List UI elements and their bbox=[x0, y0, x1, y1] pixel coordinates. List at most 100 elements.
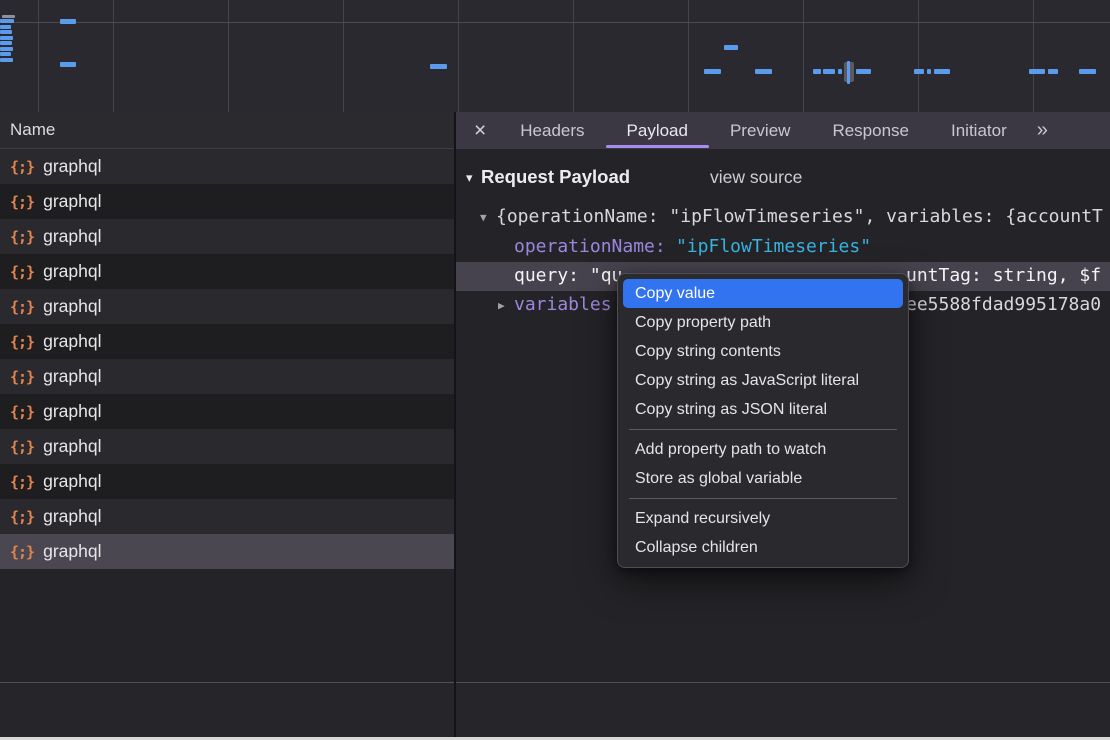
request-rows: {;} graphql {;} graphql {;} graphql {;} graphql… bbox=[0, 149, 454, 569]
table-row[interactable]: {;} graphql bbox=[0, 254, 454, 289]
menu-item-copy-string-as-javascript-literal[interactable]: Copy string as JavaScript literal bbox=[623, 366, 903, 395]
context-menu: Copy valueCopy property pathCopy string … bbox=[617, 273, 909, 568]
footer-divider bbox=[0, 682, 1110, 683]
request-name-label: graphql bbox=[43, 261, 101, 282]
request-name-label: graphql bbox=[43, 191, 101, 212]
request-name-label: graphql bbox=[43, 366, 101, 387]
table-row[interactable]: {;} graphql bbox=[0, 464, 454, 499]
json-braces-icon: {;} bbox=[10, 228, 34, 246]
requests-table: Name {;}graphql{;}graphql{;}graphql{;}gr… bbox=[0, 112, 454, 682]
json-braces-icon: {;} bbox=[10, 263, 34, 281]
request-name-label: graphql bbox=[43, 436, 101, 457]
request-timing-bar bbox=[0, 52, 11, 56]
request-name-label: graphql bbox=[43, 541, 101, 562]
marker-bar bbox=[847, 61, 850, 84]
request-timing-bar bbox=[813, 69, 821, 74]
table-row[interactable]: {;} graphql bbox=[0, 184, 454, 219]
request-timing-bar bbox=[856, 69, 871, 74]
request-timing-bar bbox=[0, 30, 12, 34]
string-value: "ipFlowTimeseries" bbox=[676, 236, 871, 257]
request-timing-bar bbox=[838, 69, 842, 74]
property-key: operationName: bbox=[514, 236, 677, 257]
more-tabs-icon[interactable]: » bbox=[1037, 112, 1046, 149]
menu-item-collapse-children[interactable]: Collapse children bbox=[623, 533, 903, 562]
menu-item-add-property-path-to-watch[interactable]: Add property path to watch bbox=[623, 435, 903, 464]
view-source-link[interactable]: view source bbox=[710, 167, 802, 188]
request-timing-bar bbox=[755, 69, 772, 74]
json-braces-icon: {;} bbox=[10, 438, 34, 456]
tab-initiator[interactable]: Initiator bbox=[951, 112, 1007, 149]
tab-headers[interactable]: Headers bbox=[520, 112, 584, 149]
request-timing-bar bbox=[1048, 69, 1058, 74]
expanded-arrow-icon[interactable]: ▼ bbox=[480, 211, 487, 224]
request-timing-bar bbox=[704, 69, 721, 74]
tree-text-clipped: untTag: string, $f bbox=[906, 265, 1101, 286]
request-timing-bar bbox=[430, 64, 447, 69]
request-timing-bar bbox=[0, 58, 13, 62]
json-braces-icon: {;} bbox=[10, 543, 34, 561]
table-row[interactable]: {;} graphql bbox=[0, 359, 454, 394]
json-braces-icon: {;} bbox=[10, 298, 34, 316]
request-payload-section: ▾ Request Payload view source bbox=[456, 166, 1110, 190]
payload-tree-row[interactable]: operationName: "ipFlowTimeseries" bbox=[456, 233, 1110, 262]
tab-payload[interactable]: Payload bbox=[627, 112, 688, 149]
menu-item-copy-property-path[interactable]: Copy property path bbox=[623, 308, 903, 337]
json-braces-icon: {;} bbox=[10, 193, 34, 211]
panel-resize-divider[interactable] bbox=[454, 112, 456, 737]
table-row[interactable]: {;}graphql bbox=[0, 149, 454, 184]
name-column-label: Name bbox=[10, 120, 55, 140]
json-braces-icon: {;} bbox=[10, 158, 34, 176]
tab-preview[interactable]: Preview bbox=[730, 112, 790, 149]
request-name-label: graphql bbox=[43, 296, 101, 317]
payload-tree-row[interactable]: ▼ {operationName: "ipFlowTimeseries", var… bbox=[456, 203, 1110, 232]
json-braces-icon: {;} bbox=[10, 368, 34, 386]
menu-item-expand-recursively[interactable]: Expand recursively bbox=[623, 504, 903, 533]
tabs: Headers Payload Preview Response Initiator bbox=[486, 112, 1006, 149]
table-row[interactable]: {;}graphql bbox=[0, 499, 454, 534]
table-row[interactable]: {;} graphql bbox=[0, 219, 454, 254]
request-name-label: graphql bbox=[43, 226, 101, 247]
request-timing-bar bbox=[914, 69, 924, 74]
devtools-network-panel: Name {;}graphql{;}graphql{;}graphql{;}gr… bbox=[0, 0, 1110, 740]
table-row[interactable]: {;} graphql bbox=[0, 289, 454, 324]
json-braces-icon: {;} bbox=[10, 473, 34, 491]
request-timing-bar bbox=[0, 47, 13, 51]
collapsed-arrow-icon[interactable]: ▶ bbox=[498, 299, 505, 312]
menu-separator bbox=[629, 498, 897, 499]
table-row[interactable]: {;} graphql bbox=[0, 429, 454, 464]
json-braces-icon: {;} bbox=[10, 508, 34, 526]
request-timing-bar bbox=[0, 41, 12, 45]
tree-text: {operationName: "ipFlowTimeseries", vari… bbox=[496, 206, 1103, 227]
menu-item-copy-value[interactable]: Copy value bbox=[623, 279, 903, 308]
request-name-label: graphql bbox=[43, 331, 101, 352]
network-overview-timeline[interactable] bbox=[0, 0, 1110, 113]
json-braces-icon: {;} bbox=[10, 403, 34, 421]
table-row[interactable]: {;} graphql bbox=[0, 534, 454, 569]
request-timing-bar bbox=[0, 36, 13, 40]
request-timing-bar bbox=[0, 19, 14, 23]
menu-item-copy-string-contents[interactable]: Copy string contents bbox=[623, 337, 903, 366]
request-timing-bar bbox=[823, 69, 835, 74]
json-braces-icon: {;} bbox=[10, 333, 34, 351]
request-timing-bar bbox=[724, 45, 738, 50]
menu-item-store-as-global-variable[interactable]: Store as global variable bbox=[623, 464, 903, 493]
request-timing-bar bbox=[1029, 69, 1045, 74]
request-timing-bar bbox=[60, 19, 76, 24]
request-timing-bar bbox=[1079, 69, 1096, 74]
close-details-icon[interactable]: × bbox=[474, 112, 486, 149]
menu-item-copy-string-as-json-literal[interactable]: Copy string as JSON literal bbox=[623, 395, 903, 424]
table-row[interactable]: {;} graphql bbox=[0, 324, 454, 359]
name-column-header[interactable]: Name bbox=[0, 112, 454, 149]
details-tabbar: × Headers Payload Preview Response Initiator… bbox=[456, 112, 1110, 149]
request-timing-bar bbox=[60, 62, 76, 67]
tab-response[interactable]: Response bbox=[832, 112, 909, 149]
menu-separator bbox=[629, 429, 897, 430]
overview-lane-divider bbox=[0, 22, 1110, 23]
request-name-label: graphql bbox=[43, 401, 101, 422]
table-row[interactable]: {;} graphql bbox=[0, 394, 454, 429]
request-timing-bar bbox=[2, 15, 15, 18]
tree-text: query: "qu bbox=[514, 265, 622, 286]
request-name-label: graphql bbox=[43, 471, 101, 492]
request-payload-title: Request Payload bbox=[481, 166, 630, 188]
collapse-triangle-icon[interactable]: ▾ bbox=[466, 170, 473, 186]
